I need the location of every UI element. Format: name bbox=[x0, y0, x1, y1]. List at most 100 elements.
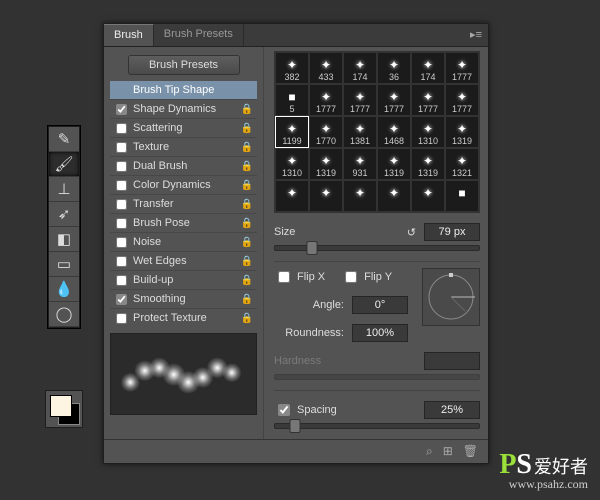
angle-input[interactable] bbox=[352, 296, 408, 314]
brush-preset-cell[interactable]: ✦ bbox=[275, 180, 309, 212]
brush-thumb-icon: ✦ bbox=[389, 187, 399, 199]
brush-preset-cell[interactable]: ✦1770 bbox=[309, 116, 343, 148]
brush-thumb-icon: ✦ bbox=[287, 123, 297, 135]
lock-icon[interactable]: 🔒 bbox=[241, 161, 253, 172]
eraser-tool[interactable]: ◧ bbox=[49, 227, 79, 252]
brush-preset-cell[interactable]: ✦1199 bbox=[275, 116, 309, 148]
foreground-color-swatch[interactable] bbox=[50, 395, 72, 417]
brush-preset-cell[interactable]: ✦382 bbox=[275, 52, 309, 84]
tab-brush-presets[interactable]: Brush Presets bbox=[154, 24, 244, 46]
flip-x-checkbox[interactable]: Flip X bbox=[274, 268, 325, 286]
spacing-slider[interactable] bbox=[274, 423, 480, 429]
option-tip[interactable]: Brush Tip Shape bbox=[110, 81, 257, 99]
dodge-tool[interactable]: ◯ bbox=[49, 302, 79, 327]
option-wet[interactable]: Wet Edges🔒 bbox=[110, 251, 257, 270]
brush-panel: Brush Brush Presets ▸≡ Brush Presets Bru… bbox=[103, 23, 489, 464]
brush-preset-cell[interactable]: ✦1777 bbox=[377, 84, 411, 116]
lock-icon[interactable]: 🔒 bbox=[241, 180, 253, 191]
brush-preset-cell[interactable]: ✦1319 bbox=[445, 116, 479, 148]
lock-icon[interactable]: 🔒 bbox=[241, 256, 253, 267]
lock-icon[interactable]: 🔒 bbox=[241, 142, 253, 153]
option-shape[interactable]: Shape Dynamics🔒 bbox=[110, 99, 257, 118]
brush-preset-cell[interactable]: ✦1381 bbox=[343, 116, 377, 148]
option-texture[interactable]: Texture🔒 bbox=[110, 137, 257, 156]
brush-preset-cell[interactable]: ✦ bbox=[309, 180, 343, 212]
tab-brush[interactable]: Brush bbox=[104, 24, 154, 46]
option-build[interactable]: Build-up🔒 bbox=[110, 270, 257, 289]
option-transfer-checkbox[interactable] bbox=[116, 199, 127, 210]
bandage-tool[interactable]: ✎ bbox=[49, 127, 79, 152]
brush-preset-cell[interactable]: ✦ bbox=[411, 180, 445, 212]
lock-icon[interactable]: 🔒 bbox=[241, 313, 253, 324]
brush-preset-cell[interactable]: ✦1468 bbox=[377, 116, 411, 148]
brush-preset-cell[interactable]: ✦433 bbox=[309, 52, 343, 84]
option-colordyn-checkbox[interactable] bbox=[116, 180, 127, 191]
option-scatter-checkbox[interactable] bbox=[116, 123, 127, 134]
blur-tool[interactable]: 💧 bbox=[49, 277, 79, 302]
new-brush-icon[interactable]: ⊞ bbox=[443, 444, 453, 459]
lock-icon[interactable]: 🔒 bbox=[241, 275, 253, 286]
flip-y-checkbox[interactable]: Flip Y bbox=[341, 268, 392, 286]
option-smooth[interactable]: Smoothing🔒 bbox=[110, 289, 257, 308]
option-colordyn[interactable]: Color Dynamics🔒 bbox=[110, 175, 257, 194]
brush-preset-cell[interactable]: ■ bbox=[445, 180, 479, 212]
spacing-checkbox[interactable]: Spacing bbox=[274, 401, 337, 419]
brush-size-label: 382 bbox=[284, 72, 299, 82]
lock-icon[interactable]: 🔒 bbox=[241, 237, 253, 248]
brush-preset-cell[interactable]: ✦1321 bbox=[445, 148, 479, 180]
stamp-tool[interactable]: ⊥ bbox=[49, 177, 79, 202]
brush-tool[interactable]: 🖌 bbox=[49, 152, 79, 177]
size-input[interactable] bbox=[424, 223, 480, 241]
lock-icon[interactable]: 🔒 bbox=[241, 218, 253, 229]
brush-preset-cell[interactable]: ✦1319 bbox=[411, 148, 445, 180]
history-brush-tool[interactable]: ➶ bbox=[49, 202, 79, 227]
brush-presets-button[interactable]: Brush Presets bbox=[128, 55, 240, 75]
angle-roundness-widget[interactable] bbox=[422, 268, 480, 326]
brush-preset-cell[interactable]: ✦1777 bbox=[445, 84, 479, 116]
option-build-checkbox[interactable] bbox=[116, 275, 127, 286]
option-scatter[interactable]: Scattering🔒 bbox=[110, 118, 257, 137]
color-swatches[interactable] bbox=[45, 390, 83, 428]
lock-icon[interactable]: 🔒 bbox=[241, 104, 253, 115]
option-texture-checkbox[interactable] bbox=[116, 142, 127, 153]
brush-preset-cell[interactable]: ✦931 bbox=[343, 148, 377, 180]
option-protect-checkbox[interactable] bbox=[116, 313, 127, 324]
option-protect[interactable]: Protect Texture🔒 bbox=[110, 308, 257, 327]
option-shape-checkbox[interactable] bbox=[116, 104, 127, 115]
brush-preset-cell[interactable]: ✦1777 bbox=[343, 84, 377, 116]
option-wet-checkbox[interactable] bbox=[116, 256, 127, 267]
option-transfer[interactable]: Transfer🔒 bbox=[110, 194, 257, 213]
brush-preset-cell[interactable]: ✦1319 bbox=[309, 148, 343, 180]
brush-preset-cell[interactable]: ✦ bbox=[377, 180, 411, 212]
brush-preset-cell[interactable]: ✦174 bbox=[343, 52, 377, 84]
brush-preset-cell[interactable]: ✦1777 bbox=[309, 84, 343, 116]
brush-preset-cell[interactable]: ✦1777 bbox=[411, 84, 445, 116]
lock-icon[interactable]: 🔒 bbox=[241, 199, 253, 210]
lock-icon[interactable]: 🔒 bbox=[241, 123, 253, 134]
option-pose[interactable]: Brush Pose🔒 bbox=[110, 213, 257, 232]
brush-preset-cell[interactable]: ✦1319 bbox=[377, 148, 411, 180]
roundness-input[interactable] bbox=[352, 324, 408, 342]
option-dual-checkbox[interactable] bbox=[116, 161, 127, 172]
toggle-preview-icon[interactable]: ⌕ bbox=[426, 444, 433, 459]
brush-preset-cell[interactable]: ✦ bbox=[343, 180, 377, 212]
delete-brush-icon[interactable]: 🗑 bbox=[463, 444, 478, 459]
panel-menu-icon[interactable]: ▸≡ bbox=[464, 24, 488, 46]
option-dual[interactable]: Dual Brush🔒 bbox=[110, 156, 257, 175]
size-slider[interactable] bbox=[274, 245, 480, 251]
brush-preset-cell[interactable]: ✦1310 bbox=[411, 116, 445, 148]
brush-preset-cell[interactable]: ■5 bbox=[275, 84, 309, 116]
brush-preset-cell[interactable]: ✦1777 bbox=[445, 52, 479, 84]
option-smooth-checkbox[interactable] bbox=[116, 294, 127, 305]
brush-preset-cell[interactable]: ✦174 bbox=[411, 52, 445, 84]
option-pose-checkbox[interactable] bbox=[116, 218, 127, 229]
brush-size-label: 36 bbox=[389, 72, 399, 82]
option-noise[interactable]: Noise🔒 bbox=[110, 232, 257, 251]
lock-icon[interactable]: 🔒 bbox=[241, 294, 253, 305]
spacing-input[interactable] bbox=[424, 401, 480, 419]
brush-preset-cell[interactable]: ✦1310 bbox=[275, 148, 309, 180]
option-noise-checkbox[interactable] bbox=[116, 237, 127, 248]
reset-size-icon[interactable]: ↺ bbox=[407, 226, 416, 239]
brush-preset-cell[interactable]: ✦36 bbox=[377, 52, 411, 84]
gradient-tool[interactable]: ▭ bbox=[49, 252, 79, 277]
